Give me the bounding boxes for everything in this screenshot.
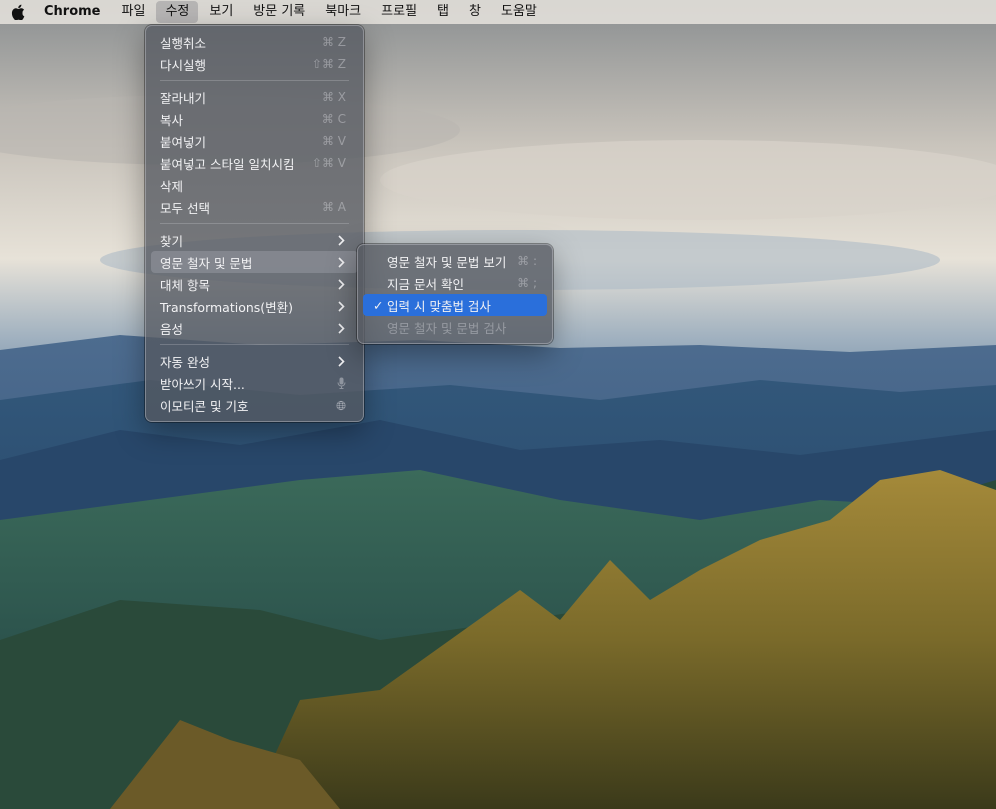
menubar-item-tab[interactable]: 탭 xyxy=(428,1,458,23)
menu-item-speech[interactable]: 음성 xyxy=(151,317,358,339)
menu-item-label: 음성 xyxy=(160,321,184,337)
chevron-right-icon xyxy=(336,256,346,268)
menu-item-label: 지금 문서 확인 xyxy=(387,276,464,292)
chevron-right-icon xyxy=(336,300,346,312)
chevron-right-icon xyxy=(336,234,346,246)
menu-item-copy[interactable]: 복사 ⌘ C xyxy=(151,108,358,130)
apple-menu[interactable] xyxy=(0,0,36,24)
menubar-item-profiles[interactable]: 프로필 xyxy=(372,1,426,23)
menu-item-check-spelling-while-typing[interactable]: ✓ 입력 시 맞춤법 검사 xyxy=(363,294,547,316)
menubar-item-bookmarks[interactable]: 북마크 xyxy=(316,1,370,23)
menu-item-label: Transformations(변환) xyxy=(160,299,294,315)
edit-menu: 실행취소 ⌘ Z 다시실행 ⇧⌘ Z 잘라내기 ⌘ X 복사 ⌘ C 붙여넣기 … xyxy=(145,25,364,422)
menu-item-label: 붙여넣기 xyxy=(160,134,207,150)
menu-item-spelling-grammar[interactable]: 영문 철자 및 문법 xyxy=(151,251,358,273)
menu-item-label: 모두 선택 xyxy=(160,200,210,216)
menu-item-label: 잘라내기 xyxy=(160,90,207,106)
menu-item-label: 영문 철자 및 문법 xyxy=(160,255,253,271)
menu-item-label: 영문 철자 및 문법 검사 xyxy=(387,320,507,336)
menu-item-label: 자동 완성 xyxy=(160,354,210,370)
menu-item-paste-match-style[interactable]: 붙여넣고 스타일 일치시킴 ⇧⌘ V xyxy=(151,152,358,174)
menu-item-label: 다시실행 xyxy=(160,57,207,73)
menu-separator xyxy=(160,80,349,81)
menubar-item-file[interactable]: 파일 xyxy=(113,1,155,23)
menu-item-label: 받아쓰기 시작... xyxy=(160,376,245,392)
menu-item-label: 영문 철자 및 문법 보기 xyxy=(387,254,507,270)
menu-item-label: 붙여넣고 스타일 일치시킴 xyxy=(160,156,295,172)
menu-item-select-all[interactable]: 모두 선택 ⌘ A xyxy=(151,196,358,218)
menu-item-start-dictation[interactable]: 받아쓰기 시작... xyxy=(151,372,358,394)
menu-item-label: 이모티콘 및 기호 xyxy=(160,398,249,414)
menu-item-label: 복사 xyxy=(160,112,184,128)
menu-item-emoji-symbols[interactable]: 이모티콘 및 기호 xyxy=(151,394,358,416)
menu-item-check-document-now[interactable]: 지금 문서 확인 ⌘ ; xyxy=(363,272,547,294)
menu-item-label: 삭제 xyxy=(160,178,184,194)
menu-item-shortcut: ⇧⌘ V xyxy=(311,156,346,170)
menubar-item-history[interactable]: 방문 기록 xyxy=(244,1,314,23)
chevron-right-icon xyxy=(336,322,346,334)
menu-item-shortcut: ⌘ V xyxy=(321,134,346,148)
globe-icon xyxy=(336,399,346,411)
apple-logo-icon xyxy=(11,4,25,20)
menu-item-label: 찾기 xyxy=(160,233,184,249)
checkmark-icon: ✓ xyxy=(373,297,384,313)
menu-item-check-grammar[interactable]: 영문 철자 및 문법 검사 xyxy=(363,316,547,338)
menu-item-shortcut: ⌘ A xyxy=(321,200,346,214)
menubar-item-edit[interactable]: 수정 xyxy=(156,1,199,23)
menu-item-shortcut: ⌘ ; xyxy=(517,276,537,290)
menu-bar: Chrome 파일 수정 보기 방문 기록 북마크 프로필 탭 창 도움말 xyxy=(0,0,996,24)
menubar-app-name[interactable]: Chrome xyxy=(36,1,111,23)
menu-item-shortcut: ⌘ C xyxy=(321,112,346,126)
menubar-item-window[interactable]: 창 xyxy=(460,1,490,23)
menu-item-shortcut: ⌘ X xyxy=(321,90,346,104)
menu-item-autofill[interactable]: 자동 완성 xyxy=(151,350,358,372)
menu-item-shortcut: ⌘ Z xyxy=(321,35,346,49)
menubar-item-view[interactable]: 보기 xyxy=(200,1,242,23)
chevron-right-icon xyxy=(336,278,346,290)
menu-item-label: 실행취소 xyxy=(160,35,207,51)
menu-separator xyxy=(160,223,349,224)
menu-item-redo[interactable]: 다시실행 ⇧⌘ Z xyxy=(151,53,358,75)
menu-item-shortcut: ⇧⌘ Z xyxy=(311,57,346,71)
chevron-right-icon xyxy=(336,355,346,367)
menu-separator xyxy=(160,344,349,345)
menu-item-transformations[interactable]: Transformations(변환) xyxy=(151,295,358,317)
microphone-icon xyxy=(336,377,346,389)
menu-item-shortcut: ⌘ : xyxy=(517,254,537,268)
menu-item-substitutions[interactable]: 대체 항목 xyxy=(151,273,358,295)
menu-item-undo[interactable]: 실행취소 ⌘ Z xyxy=(151,31,358,53)
menu-item-delete[interactable]: 삭제 xyxy=(151,174,358,196)
menu-item-label: 입력 시 맞춤법 검사 xyxy=(387,298,491,314)
menu-item-cut[interactable]: 잘라내기 ⌘ X xyxy=(151,86,358,108)
menubar-item-help[interactable]: 도움말 xyxy=(492,1,546,23)
menu-item-paste[interactable]: 붙여넣기 ⌘ V xyxy=(151,130,358,152)
spelling-grammar-submenu: 영문 철자 및 문법 보기 ⌘ : 지금 문서 확인 ⌘ ; ✓ 입력 시 맞춤… xyxy=(357,244,553,344)
menu-item-label: 대체 항목 xyxy=(160,277,210,293)
menu-item-show-spelling-grammar[interactable]: 영문 철자 및 문법 보기 ⌘ : xyxy=(363,250,547,272)
menu-item-find[interactable]: 찾기 xyxy=(151,229,358,251)
